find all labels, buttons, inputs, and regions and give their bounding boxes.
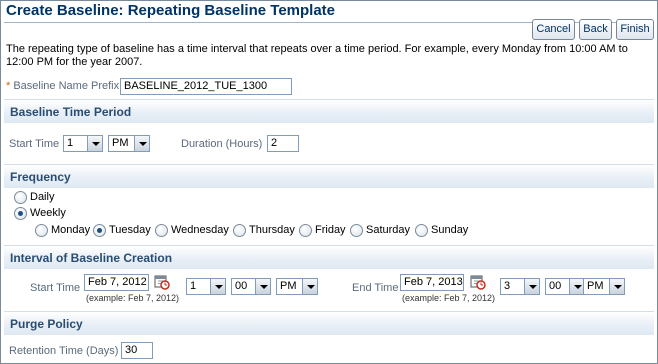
interval-end-time-label: End Time: [352, 282, 399, 294]
interval-end-date-example: (example: Feb 7, 2012): [402, 293, 496, 303]
radio-monday[interactable]: [35, 224, 48, 237]
interval-end-ampm-select[interactable]: PM: [583, 278, 625, 295]
interval-start-hour-value: 1: [190, 280, 197, 292]
section-heading: Interval of Baseline Creation: [10, 251, 173, 265]
radio-monday-label: Monday: [51, 224, 91, 236]
radio-friday[interactable]: [299, 224, 312, 237]
back-button[interactable]: Back: [579, 19, 612, 40]
interval-start-minute-value: 00: [235, 280, 248, 292]
radio-daily[interactable]: [14, 191, 27, 204]
chevron-down-icon: [524, 279, 539, 294]
interval-end-minute-select[interactable]: 00: [545, 278, 585, 295]
interval-start-ampm-select[interactable]: PM: [276, 278, 318, 295]
interval-start-time-label: Start Time: [30, 282, 81, 294]
finish-button[interactable]: Finish: [616, 19, 654, 40]
chevron-down-icon: [87, 136, 102, 151]
chevron-down-icon: [569, 279, 584, 294]
interval-start-hour-select[interactable]: 1: [186, 278, 226, 295]
interval-end-date-input[interactable]: Feb 7, 2013: [400, 274, 464, 291]
section-baseline-time-period: Baseline Time Period: [4, 99, 654, 123]
radio-thursday-label: Thursday: [249, 224, 295, 236]
duration-input[interactable]: 2: [267, 135, 299, 152]
chevron-down-icon: [609, 279, 624, 294]
duration-label: Duration (Hours): [181, 138, 263, 150]
radio-weekly-label: Weekly: [30, 207, 66, 219]
required-marker: *: [6, 80, 11, 92]
section-interval-of-baseline-creation: Interval of Baseline Creation: [4, 245, 654, 269]
radio-tuesday-label: Tuesday: [109, 224, 151, 236]
interval-end-hour-value: 3: [504, 280, 511, 292]
section-heading: Frequency: [10, 170, 71, 184]
radio-friday-label: Friday: [315, 224, 346, 236]
radio-sunday[interactable]: [415, 224, 428, 237]
radio-wednesday[interactable]: [155, 224, 168, 237]
radio-weekly[interactable]: [14, 207, 27, 220]
interval-end-hour-select[interactable]: 3: [500, 278, 540, 295]
chevron-down-icon: [134, 136, 149, 151]
baseline-name-prefix-input[interactable]: BASELINE_2012_TUE_1300: [120, 78, 292, 95]
section-heading: Baseline Time Period: [10, 105, 132, 119]
section-purge-policy: Purge Policy: [4, 311, 654, 335]
chevron-down-icon: [302, 279, 317, 294]
page-description: The repeating type of baseline has a tim…: [6, 43, 628, 68]
interval-start-minute-select[interactable]: 00: [231, 278, 271, 295]
start-time-label: Start Time: [9, 138, 60, 150]
radio-daily-label: Daily: [30, 191, 55, 203]
radio-wednesday-label: Wednesday: [171, 224, 229, 236]
radio-thursday[interactable]: [233, 224, 246, 237]
interval-end-ampm-value: PM: [587, 280, 604, 292]
start-hour-value: 1: [67, 137, 74, 149]
interval-start-date-input[interactable]: Feb 7, 2012: [84, 274, 149, 291]
interval-start-ampm-value: PM: [280, 280, 297, 292]
section-heading: Purge Policy: [10, 317, 83, 331]
cancel-button[interactable]: Cancel: [532, 19, 575, 40]
radio-saturday-label: Saturday: [366, 224, 411, 236]
chevron-down-icon: [210, 279, 225, 294]
section-frequency: Frequency: [4, 164, 654, 188]
calendar-icon[interactable]: [154, 274, 170, 290]
radio-tuesday[interactable]: [93, 224, 106, 237]
start-hour-select[interactable]: 1: [63, 135, 103, 152]
interval-start-date-example: (example: Feb 7, 2012): [86, 293, 180, 303]
retention-time-label: Retention Time (Days): [9, 345, 119, 357]
baseline-name-prefix-text: Baseline Name Prefix: [13, 80, 120, 92]
start-ampm-select[interactable]: PM: [108, 135, 150, 152]
baseline-name-prefix-label: * Baseline Name Prefix: [6, 80, 119, 92]
calendar-icon[interactable]: [470, 274, 486, 290]
chevron-down-icon: [255, 279, 270, 294]
page-title: Create Baseline: Repeating Baseline Temp…: [6, 2, 336, 19]
radio-sunday-label: Sunday: [431, 224, 469, 236]
radio-saturday[interactable]: [350, 224, 363, 237]
retention-time-input[interactable]: 30: [121, 342, 153, 359]
start-ampm-value: PM: [112, 137, 129, 149]
interval-end-minute-value: 00: [549, 280, 562, 292]
